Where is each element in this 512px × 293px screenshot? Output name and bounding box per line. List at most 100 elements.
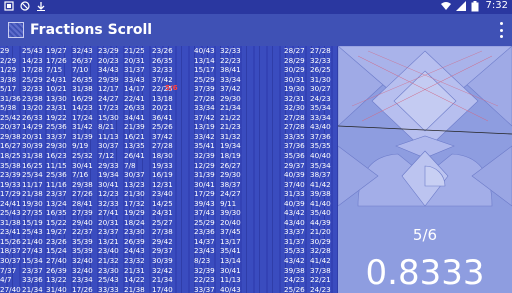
fraction-item[interactable]: 25/29 xyxy=(194,75,215,85)
fraction-item[interactable]: 41/40 xyxy=(310,199,331,209)
fraction-item[interactable]: 31/38 xyxy=(0,218,21,228)
fraction-item[interactable]: 30/41 xyxy=(72,161,93,171)
fraction-item[interactable]: 35/34 xyxy=(310,161,331,171)
fraction-item[interactable]: 16/25 xyxy=(22,161,43,171)
fraction-item[interactable]: 30/41 xyxy=(98,180,119,190)
fraction-item[interactable]: 11/15 xyxy=(46,161,67,171)
fraction-item[interactable]: 31/30 xyxy=(310,75,331,85)
fraction-item[interactable]: 21/38 xyxy=(124,285,145,293)
fraction-item[interactable]: 10/21 xyxy=(46,84,67,94)
fraction-item[interactable]: 44/39 xyxy=(310,218,331,228)
fraction-item[interactable]: 21/20 xyxy=(310,227,331,237)
fraction-item[interactable]: 13/35 xyxy=(124,141,145,151)
fraction-item[interactable]: 5/17 xyxy=(0,84,21,94)
fraction-item[interactable]: 29/30 xyxy=(220,170,241,180)
fraction-item[interactable]: 40/43 xyxy=(220,285,241,293)
fraction-item[interactable]: 23/37 xyxy=(98,227,119,237)
fraction-item[interactable]: 37/42 xyxy=(152,132,173,142)
fraction-item[interactable]: 8/21 xyxy=(98,122,119,132)
fraction-item[interactable]: 31/33 xyxy=(284,189,305,199)
fraction-item[interactable]: 20/37 xyxy=(0,122,21,132)
fraction-item[interactable]: 7/8 xyxy=(124,161,145,171)
fraction-item[interactable]: 8/23 xyxy=(194,256,215,266)
fraction-item[interactable]: 21/34 xyxy=(152,275,173,285)
fraction-item[interactable]: 23/34 xyxy=(72,275,93,285)
fraction-item[interactable]: 41/42 xyxy=(310,180,331,190)
fraction-item[interactable]: 23/37 xyxy=(22,266,43,276)
fraction-item[interactable]: 26/39 xyxy=(124,237,145,247)
fraction-item[interactable]: 25/34 xyxy=(22,170,43,180)
fraction-item[interactable]: 21/39 xyxy=(124,122,145,132)
fraction-list[interactable]: 29 2/29 1/29 3/38 5/17 31/36 5/38 25/42 20/37 29/… xyxy=(0,46,338,293)
fraction-item[interactable]: 32/42 xyxy=(152,266,173,276)
fraction-item[interactable]: 21/38 xyxy=(22,189,43,199)
fraction-item[interactable]: 23/29 xyxy=(98,46,119,56)
fraction-item[interactable]: 29/33 xyxy=(98,161,119,171)
fraction-item[interactable]: 35/39 xyxy=(72,237,93,247)
fraction-item[interactable]: 32/33 xyxy=(310,56,331,66)
fraction-item[interactable]: 33/36 xyxy=(22,275,43,285)
fraction-item[interactable]: 37/40 xyxy=(284,180,305,190)
fraction-item[interactable]: 27/28 xyxy=(194,94,215,104)
fraction-item[interactable]: 35/36 xyxy=(284,151,305,161)
fraction-item[interactable]: 19/34 xyxy=(98,170,119,180)
fraction-item[interactable]: 16/19 xyxy=(152,170,173,180)
fraction-item[interactable]: 33/37 xyxy=(194,285,215,293)
fraction-item[interactable]: 35/33 xyxy=(284,246,305,256)
fraction-item[interactable]: 27/38 xyxy=(152,227,173,237)
fraction-item[interactable]: 28/41 xyxy=(72,199,93,209)
fraction-item[interactable]: 32/31 xyxy=(284,94,305,104)
fraction-item[interactable]: 22/41 xyxy=(124,94,145,104)
fraction-item[interactable]: 24/23 xyxy=(310,285,331,293)
fraction-item[interactable]: 23/38 xyxy=(22,94,43,104)
fraction-item[interactable]: 31/32 xyxy=(220,132,241,142)
fraction-item[interactable]: 27/35 xyxy=(22,208,43,218)
fraction-item[interactable]: 26/33 xyxy=(22,113,43,123)
fraction-item[interactable]: 40/39 xyxy=(284,170,305,180)
fraction-item[interactable]: 2/29 xyxy=(0,56,21,66)
fraction-item[interactable]: 32/28 xyxy=(310,246,331,256)
fraction-item[interactable]: 20/21 xyxy=(152,103,173,113)
fraction-item[interactable]: 19/22 xyxy=(46,113,67,123)
fraction-item[interactable]: 18/19 xyxy=(220,151,241,161)
fraction-item[interactable]: 25/36 xyxy=(46,122,67,132)
fraction-item[interactable]: 13/24 xyxy=(46,199,67,209)
fraction-item[interactable]: 14/29 xyxy=(22,122,43,132)
fraction-item[interactable]: 31/37 xyxy=(124,65,145,75)
fraction-item[interactable]: 40/39 xyxy=(284,199,305,209)
fraction-item[interactable]: 39/43 xyxy=(194,199,215,209)
fraction-item[interactable]: 13/23 xyxy=(124,180,145,190)
fraction-item[interactable]: 12/31 xyxy=(152,180,173,190)
fraction-item[interactable]: 33/34 xyxy=(220,75,241,85)
overflow-menu-icon[interactable] xyxy=(500,22,504,38)
fraction-item[interactable]: 31/40 xyxy=(46,285,67,293)
fraction-item[interactable]: 14/23 xyxy=(22,56,43,66)
fraction-item[interactable]: 18/30 xyxy=(152,151,173,161)
fraction-item[interactable]: 7/37 xyxy=(0,266,21,276)
fraction-item[interactable]: 17/24 xyxy=(72,113,93,123)
fraction-item[interactable]: 31/38 xyxy=(22,151,43,161)
fraction-item[interactable]: 7/16 xyxy=(72,170,93,180)
fraction-item[interactable]: 25/29 xyxy=(194,218,215,228)
fraction-item[interactable]: 36/41 xyxy=(152,113,173,123)
fraction-item[interactable]: 3/38 xyxy=(0,75,21,85)
fraction-item[interactable]: 11/17 xyxy=(22,180,43,190)
fraction-item[interactable]: 35/35 xyxy=(310,141,331,151)
fraction-item[interactable]: 29/40 xyxy=(72,218,93,228)
fraction-item[interactable]: 25/29 xyxy=(22,75,43,85)
fraction-item[interactable]: 32/39 xyxy=(194,266,215,276)
fraction-item[interactable]: 30/27 xyxy=(310,84,331,94)
fraction-item[interactable]: 14/37 xyxy=(194,237,215,247)
fraction-item[interactable]: 39/38 xyxy=(310,189,331,199)
fraction-item[interactable]: 21/25 xyxy=(124,46,145,56)
fraction-item[interactable]: 33/43 xyxy=(124,75,145,85)
fraction-item[interactable]: 23/26 xyxy=(46,237,67,247)
fraction-item[interactable]: 32/39 xyxy=(194,151,215,161)
fraction-item[interactable]: 30/29 xyxy=(310,237,331,247)
fraction-item[interactable]: 27/40 xyxy=(46,256,67,266)
fraction-item[interactable]: 16/35 xyxy=(46,208,67,218)
fraction-item[interactable]: 43/42 xyxy=(284,208,305,218)
fraction-item[interactable]: 19/30 xyxy=(22,199,43,209)
fraction-item[interactable]: 1/29 xyxy=(0,65,21,75)
fraction-item[interactable]: 18/25 xyxy=(0,151,21,161)
